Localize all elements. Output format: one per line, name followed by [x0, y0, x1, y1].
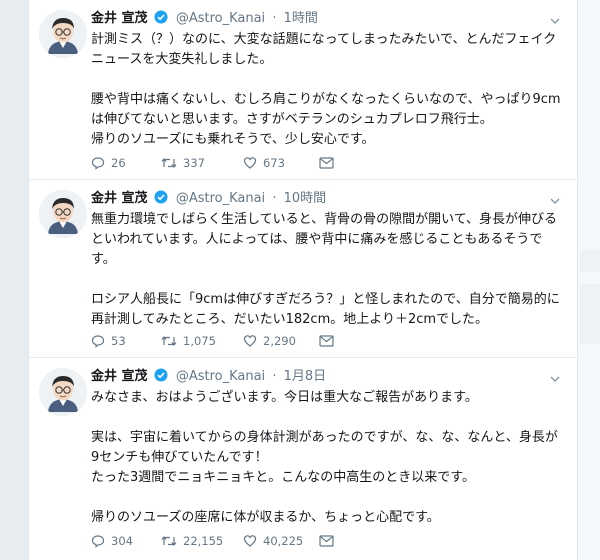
side-panel-block	[580, 250, 600, 272]
reply-icon	[91, 535, 105, 548]
like-count: 40,225	[263, 534, 304, 548]
tweet-header: 金井 宣茂 @Astro_Kanai · 1月8日	[91, 368, 561, 386]
tweet-line: は伸びてないと思います。さすがベテランのシュカプレロフ飛行士。	[91, 112, 493, 127]
reply-icon	[91, 335, 105, 348]
direct-message-icon	[319, 335, 334, 347]
reply-count: 53	[111, 334, 126, 348]
side-panel-block	[580, 284, 600, 344]
tweet-line	[91, 270, 561, 290]
tweet[interactable]: 金井 宣茂 @Astro_Kanai · 1月8日 みなさま、おはようございます…	[29, 358, 577, 560]
author-handle[interactable]: @Astro_Kanai	[176, 11, 265, 26]
reply-count: 26	[111, 156, 126, 170]
verified-badge-icon	[154, 368, 168, 388]
tweet-actions: 26 337 673	[91, 154, 334, 172]
tweet-line: 腰や背中は痛くないし、むしろ肩こりがなくなったくらいなので、やっぱり9cm	[91, 92, 561, 107]
verified-badge-icon	[154, 10, 168, 30]
separator-dot: ·	[272, 11, 277, 26]
tweet-line: ニュースを大変失礼しました。	[91, 52, 273, 67]
retweet-button[interactable]: 22,155	[161, 534, 243, 548]
author-name[interactable]: 金井 宣茂	[91, 369, 148, 384]
reply-count: 304	[111, 534, 133, 548]
author-name[interactable]: 金井 宣茂	[91, 11, 148, 26]
side-panel-edge	[576, 0, 600, 560]
retweet-icon	[161, 536, 177, 546]
chevron-down-icon[interactable]	[549, 12, 561, 31]
tweet-line: 9センチも伸びていたんです！	[91, 450, 268, 465]
retweet-button[interactable]: 1,075	[161, 334, 243, 348]
separator-dot: ·	[272, 191, 277, 206]
retweet-icon	[161, 336, 177, 346]
tweet-line: といわれています。人によっては、腰や背中に痛みを感じることもあるそうで	[91, 232, 543, 247]
retweet-count: 1,075	[183, 334, 216, 348]
avatar[interactable]	[39, 190, 87, 238]
chevron-down-icon[interactable]	[549, 192, 561, 211]
retweet-count: 22,155	[183, 534, 224, 548]
avatar[interactable]	[39, 10, 87, 58]
tweet-line: 計測ミス（？）なのに、大変な話題になってしまったみたいで、とんだフェイク	[91, 32, 557, 47]
timestamp[interactable]: 10時間	[284, 191, 327, 206]
tweet[interactable]: 金井 宣茂 @Astro_Kanai · 10時間 無重力環境でしばらく生活して…	[29, 180, 577, 358]
like-button[interactable]: 40,225	[243, 534, 319, 548]
direct-message-button[interactable]	[319, 335, 334, 347]
tweet-line	[91, 408, 561, 428]
tweet-line	[91, 488, 561, 508]
heart-icon	[243, 535, 257, 547]
timestamp[interactable]: 1時間	[284, 11, 318, 26]
tweet-line: ロシア人船長に「9cmは伸びすぎだろう？」と怪しまれたので、自分で簡易的に	[91, 292, 560, 307]
heart-icon	[243, 157, 257, 169]
verified-badge-icon	[154, 190, 168, 210]
avatar-image	[39, 190, 87, 238]
tweet-header: 金井 宣茂 @Astro_Kanai · 1時間	[91, 10, 561, 28]
avatar-image	[39, 10, 87, 58]
tweet-text: 無重力環境でしばらく生活していると、背骨の骨の隙間が開いて、身長が伸びる といわ…	[91, 210, 561, 330]
tweet-actions: 304 22,155 40,225	[91, 532, 334, 550]
like-button[interactable]: 673	[243, 156, 319, 170]
retweet-icon	[161, 158, 177, 168]
tweet-text: 計測ミス（？）なのに、大変な話題になってしまったみたいで、とんだフェイク ニュー…	[91, 30, 561, 150]
separator-dot: ·	[272, 369, 277, 384]
author-name[interactable]: 金井 宣茂	[91, 191, 148, 206]
avatar[interactable]	[39, 368, 87, 416]
tweet[interactable]: 金井 宣茂 @Astro_Kanai · 1時間 計測ミス（？）なのに、大変な話…	[29, 0, 577, 180]
like-button[interactable]: 2,290	[243, 334, 319, 348]
like-count: 673	[263, 156, 285, 170]
reply-button[interactable]: 26	[91, 156, 161, 170]
tweet-line: 再計測してみたところ、だいたい182cm。地上より＋2cmでした。	[91, 312, 489, 327]
tweet-text: みなさま、おはようございます。今日は重大なご報告があります。 実は、宇宙に着いて…	[91, 388, 561, 528]
author-handle[interactable]: @Astro_Kanai	[176, 191, 265, 206]
retweet-button[interactable]: 337	[161, 156, 243, 170]
direct-message-button[interactable]	[319, 157, 334, 169]
tweet-timeline: 金井 宣茂 @Astro_Kanai · 1時間 計測ミス（？）なのに、大変な話…	[28, 0, 578, 560]
reply-icon	[91, 157, 105, 170]
avatar-image	[39, 368, 87, 416]
direct-message-button[interactable]	[319, 535, 334, 547]
tweet-line: たった3週間でニョキニョキと。こんなの中高生のとき以来です。	[91, 470, 475, 485]
direct-message-icon	[319, 157, 334, 169]
tweet-line: 帰りのソユーズにも乗れそうで、少し安心です。	[91, 132, 375, 147]
tweet-line: みなさま、おはようございます。今日は重大なご報告があります。	[91, 390, 478, 405]
tweet-line: す。	[91, 252, 116, 267]
direct-message-icon	[319, 535, 334, 547]
tweet-header: 金井 宣茂 @Astro_Kanai · 10時間	[91, 190, 561, 208]
retweet-count: 337	[183, 156, 205, 170]
tweet-line: 無重力環境でしばらく生活していると、背骨の骨の隙間が開いて、身長が伸びる	[91, 212, 558, 227]
tweet-line: 帰りのソユーズの座席に体が収まるか、ちょっと心配です。	[91, 510, 440, 525]
tweet-line: 実は、宇宙に着いてからの身体計測があったのですが、な、な、なんと、身長が	[91, 430, 558, 445]
tweet-line	[91, 70, 561, 90]
tweet-actions: 53 1,075 2,290	[91, 332, 334, 350]
reply-button[interactable]: 304	[91, 534, 161, 548]
author-handle[interactable]: @Astro_Kanai	[176, 369, 265, 384]
reply-button[interactable]: 53	[91, 334, 161, 348]
timestamp[interactable]: 1月8日	[284, 369, 327, 384]
like-count: 2,290	[263, 334, 296, 348]
heart-icon	[243, 335, 257, 347]
chevron-down-icon[interactable]	[549, 370, 561, 389]
